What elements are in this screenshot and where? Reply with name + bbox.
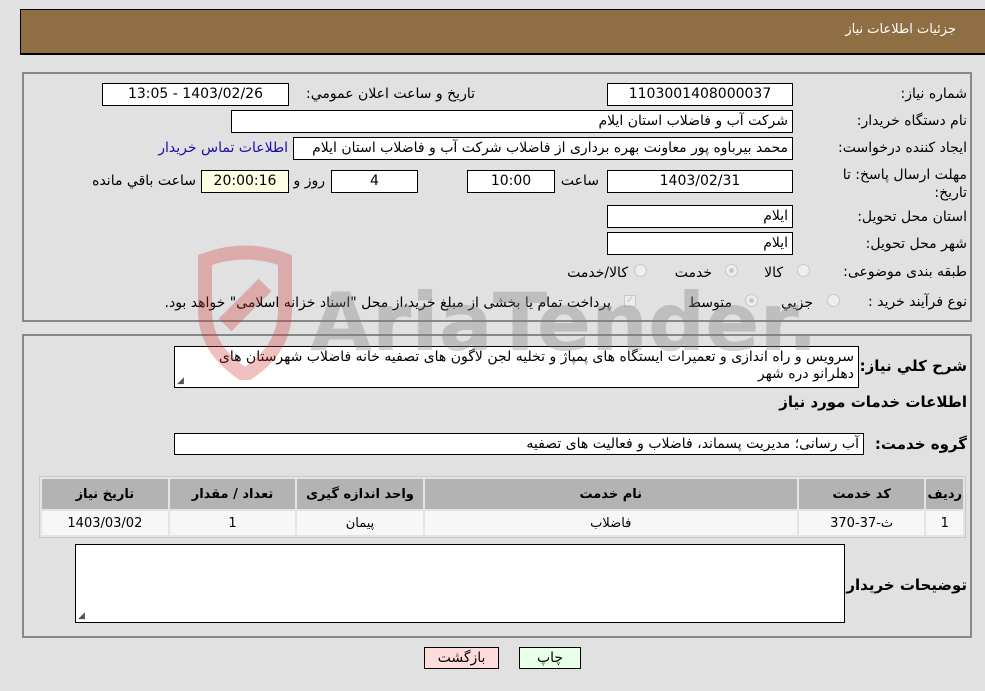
subject-category-label: طبقه بندی موضوعی: (843, 264, 967, 280)
remaining-days-field: 4 (331, 170, 418, 193)
category-option-goods: کالا (764, 265, 783, 281)
category-radio-service[interactable] (725, 264, 738, 277)
col-need-date: تاریخ نیاز (42, 479, 168, 509)
print-button[interactable]: چاپ (519, 647, 581, 669)
purchase-option-medium: متوسط (688, 295, 732, 311)
buyer-notes-field[interactable]: ◢ (75, 544, 845, 623)
cell-quantity: 1 (169, 511, 296, 535)
col-service-name: نام خدمت (424, 479, 797, 509)
description-field: سرویس و راه اندازی و تعمیرات ایستگاه های… (174, 346, 859, 388)
cell-unit: پیمان (297, 511, 423, 535)
page-title: جزئیات اطلاعات نیاز (845, 22, 956, 37)
days-label: روز و (293, 173, 326, 189)
description-text: سرویس و راه اندازی و تعمیرات ایستگاه های… (218, 349, 854, 382)
need-number-label: شماره نیاز: (900, 86, 968, 102)
delivery-province-label: استان محل تحویل: (857, 209, 967, 225)
remaining-time-field: 20:00:16 (201, 170, 289, 193)
service-group-label: گروه خدمت: (874, 435, 967, 453)
treasury-checkbox[interactable]: ✓ (624, 295, 636, 307)
need-number-field: 1103001408000037 (607, 83, 793, 106)
table-row: 1 ث-37-370 فاضلاب پیمان 1 1403/03/02 (42, 511, 963, 535)
resize-handle-icon[interactable]: ◢ (78, 612, 85, 621)
cell-need-date: 1403/03/02 (42, 511, 168, 535)
delivery-city-label: شهر محل تحویل: (865, 236, 967, 252)
deadline-label: مهلت ارسال پاسخ: تا تاریخ: (842, 167, 967, 201)
services-section-title: اطلاعات خدمات مورد نیاز (779, 393, 967, 411)
col-row-number: ردیف (926, 479, 963, 509)
col-unit: واحد اندازه گیری (297, 479, 423, 509)
col-service-code: کد خدمت (798, 479, 925, 509)
category-option-service: خدمت (674, 265, 712, 281)
resize-handle-icon[interactable]: ◢ (177, 377, 184, 386)
cell-service-code: ث-37-370 (798, 511, 925, 535)
buyer-notes-label: توضیحات خریدار: (840, 576, 967, 594)
category-radio-goods-service[interactable] (634, 264, 647, 277)
cell-row-number: 1 (926, 511, 963, 535)
remaining-time-label: ساعت باقي مانده (92, 173, 196, 189)
purchase-radio-minor[interactable] (827, 294, 840, 307)
deadline-time-field: 10:00 (467, 170, 555, 193)
back-button[interactable]: بازگشت (424, 647, 499, 669)
requester-label: ایجاد کننده درخواست: (838, 140, 967, 156)
cell-service-name: فاضلاب (424, 511, 797, 535)
buyer-org-field: شرکت آب و فاضلاب استان ایلام (231, 110, 793, 133)
deadline-date-field: 1403/02/31 (607, 170, 793, 193)
category-radio-goods[interactable] (797, 264, 810, 277)
services-table: ردیف کد خدمت نام خدمت واحد اندازه گیری ت… (39, 476, 966, 538)
table-header-row: ردیف کد خدمت نام خدمت واحد اندازه گیری ت… (42, 479, 963, 509)
buyer-org-label: نام دستگاه خریدار: (856, 113, 967, 129)
purchase-option-minor: جزيي (781, 295, 813, 311)
page-header: جزئیات اطلاعات نیاز (20, 9, 985, 54)
description-label: شرح کلي نیاز: (859, 357, 967, 375)
requester-field: محمد بیرباوه پور معاونت بهره برداری از ف… (293, 137, 793, 160)
purchase-type-label: نوع فرآیند خرید : (868, 294, 967, 310)
service-group-field: آب رسانی؛ مدیریت پسماند، فاضلاب و فعالیت… (174, 433, 864, 455)
buyer-contact-link[interactable]: اطلاعات تماس خریدار (158, 140, 288, 156)
treasury-note: پرداخت تمام یا بخشی از مبلغ خرید،از محل … (164, 295, 611, 311)
delivery-province-field: ایلام (607, 205, 793, 228)
purchase-radio-medium[interactable] (745, 294, 758, 307)
deadline-time-label: ساعت (560, 173, 599, 189)
announce-datetime-label: تاریخ و ساعت اعلان عمومي: (306, 86, 475, 102)
announce-datetime-field: 1403/02/26 - 13:05 (102, 83, 289, 106)
col-quantity: تعداد / مقدار (169, 479, 296, 509)
category-option-goods-service: کالا/خدمت (567, 265, 628, 281)
delivery-city-field: ایلام (607, 232, 793, 255)
